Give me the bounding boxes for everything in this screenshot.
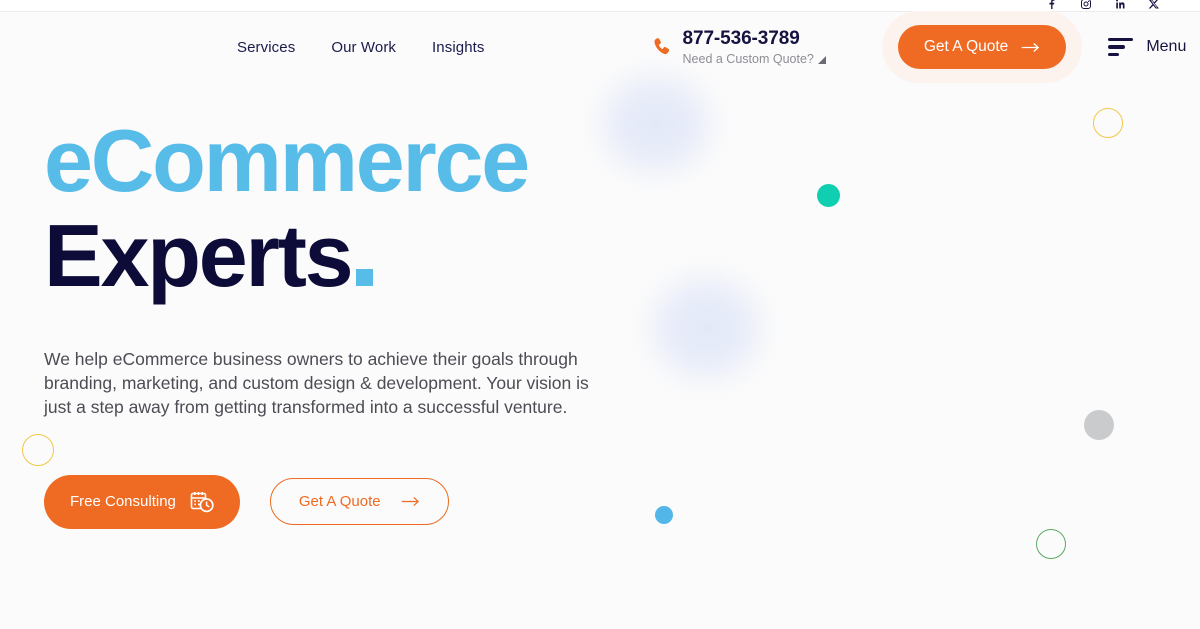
hero-get-a-quote-label: Get A Quote [298, 493, 381, 511]
landing-page: Services Our Work Insights 877-536-3789 … [0, 0, 1200, 629]
hamburger-menu-icon [1108, 37, 1134, 57]
hero-cta-row: Free Consulting Get A Quote [44, 474, 684, 529]
phone-number: 877-536-3789 [682, 27, 800, 49]
header-get-a-quote-label: Get A Quote [923, 38, 1009, 55]
main-navigation: Services Our Work Insights [237, 39, 485, 56]
nav-item-services[interactable]: Services [237, 39, 295, 56]
heading-line-ecommerce: eCommerce [44, 111, 530, 210]
green-ring-decoration [1036, 529, 1066, 559]
header-quote-button-halo: Get A Quote [881, 11, 1083, 83]
hero-paragraph: We help eCommerce business owners to ach… [44, 349, 589, 418]
nav-item-our-work[interactable]: Our Work [331, 39, 396, 56]
header-get-a-quote-button[interactable]: Get A Quote [897, 25, 1067, 69]
instagram-icon[interactable] [1080, 0, 1092, 11]
menu-toggle[interactable]: Menu [1108, 37, 1187, 57]
page-title: eCommerce Experts [44, 111, 684, 300]
x-twitter-icon[interactable] [1148, 0, 1160, 11]
linkedin-icon[interactable] [1114, 0, 1126, 11]
heading-line-experts: Experts [44, 206, 354, 306]
site-header: Services Our Work Insights 877-536-3789 … [0, 11, 1200, 83]
calendar-clock-icon [190, 490, 214, 514]
phone-subtitle-row: Need a Custom Quote? [683, 53, 826, 66]
phone-contact-block[interactable]: 877-536-3789 Need a Custom Quote? [650, 29, 826, 66]
heading-period-square [356, 269, 374, 287]
menu-label: Menu [1146, 38, 1187, 55]
gray-dot-decoration [1084, 410, 1114, 440]
phone-subtitle: Need a Custom Quote? [682, 51, 814, 66]
hero-get-a-quote-button[interactable]: Get A Quote [269, 478, 449, 526]
phone-icon [650, 35, 672, 59]
free-consulting-button[interactable]: Free Consulting [44, 474, 240, 529]
nav-item-insights[interactable]: Insights [432, 39, 485, 56]
phone-text-group: 877-536-3789 Need a Custom Quote? [683, 29, 826, 66]
yellow-ring-top-right [1093, 108, 1123, 138]
hero-section: eCommerce Experts We help eCommerce busi… [44, 111, 684, 529]
triangle-cursor-icon [817, 56, 826, 65]
heading-line-experts-row: Experts [44, 212, 684, 300]
facebook-icon[interactable] [1046, 0, 1058, 11]
arrow-right-icon [401, 495, 420, 508]
teal-dot-decoration [817, 184, 840, 207]
arrow-right-icon [1021, 41, 1040, 54]
free-consulting-label: Free Consulting [70, 493, 176, 511]
